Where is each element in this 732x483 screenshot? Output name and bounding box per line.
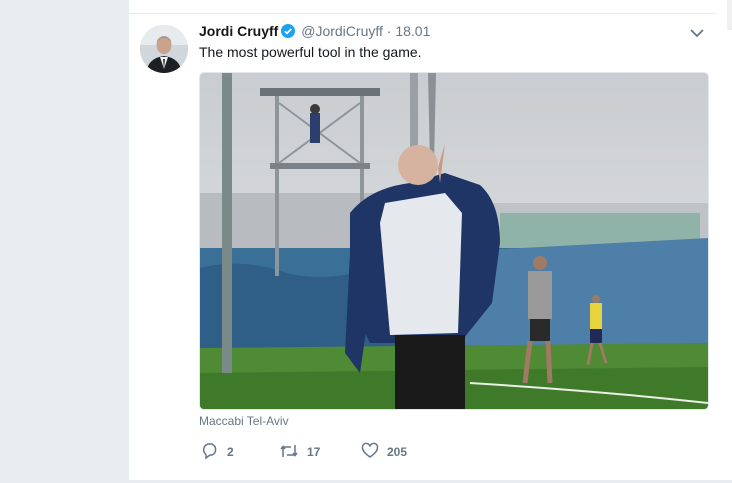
tweet-separator: · (386, 23, 392, 39)
retweet-count: 17 (307, 445, 321, 459)
reply-button[interactable]: 2 (201, 442, 234, 462)
reply-icon (201, 442, 227, 463)
verified-badge-icon (281, 24, 296, 41)
author-handle[interactable]: @JordiCruyff (301, 23, 383, 39)
scrollbar[interactable] (716, 0, 732, 480)
tweet-text: The most powerful tool in the game. (199, 44, 422, 60)
retweet-button[interactable]: 17 (279, 442, 320, 462)
like-button[interactable]: 205 (361, 442, 407, 462)
media-caption[interactable]: Maccabi Tel-Aviv (199, 414, 289, 428)
scrollbar-thumb[interactable] (727, 0, 732, 30)
tweet-photo[interactable] (199, 72, 709, 410)
chevron-down-icon[interactable] (689, 26, 705, 38)
reply-count: 2 (227, 445, 234, 459)
avatar[interactable] (140, 25, 188, 73)
tweet-actions: 2 17 205 (199, 442, 599, 462)
tweet[interactable]: Jordi Cruyff @JordiCruyff · 18.01 The mo… (129, 14, 717, 483)
timeline: Jordi Cruyff @JordiCruyff · 18.01 The mo… (128, 0, 718, 483)
previous-tweet-edge (129, 0, 717, 14)
tweet-time[interactable]: 18.01 (395, 23, 430, 39)
like-count: 205 (387, 445, 408, 459)
author-name[interactable]: Jordi Cruyff (199, 23, 278, 39)
heart-icon (361, 442, 387, 463)
retweet-icon (279, 442, 307, 463)
tweet-header: Jordi Cruyff @JordiCruyff · 18.01 (199, 23, 430, 41)
